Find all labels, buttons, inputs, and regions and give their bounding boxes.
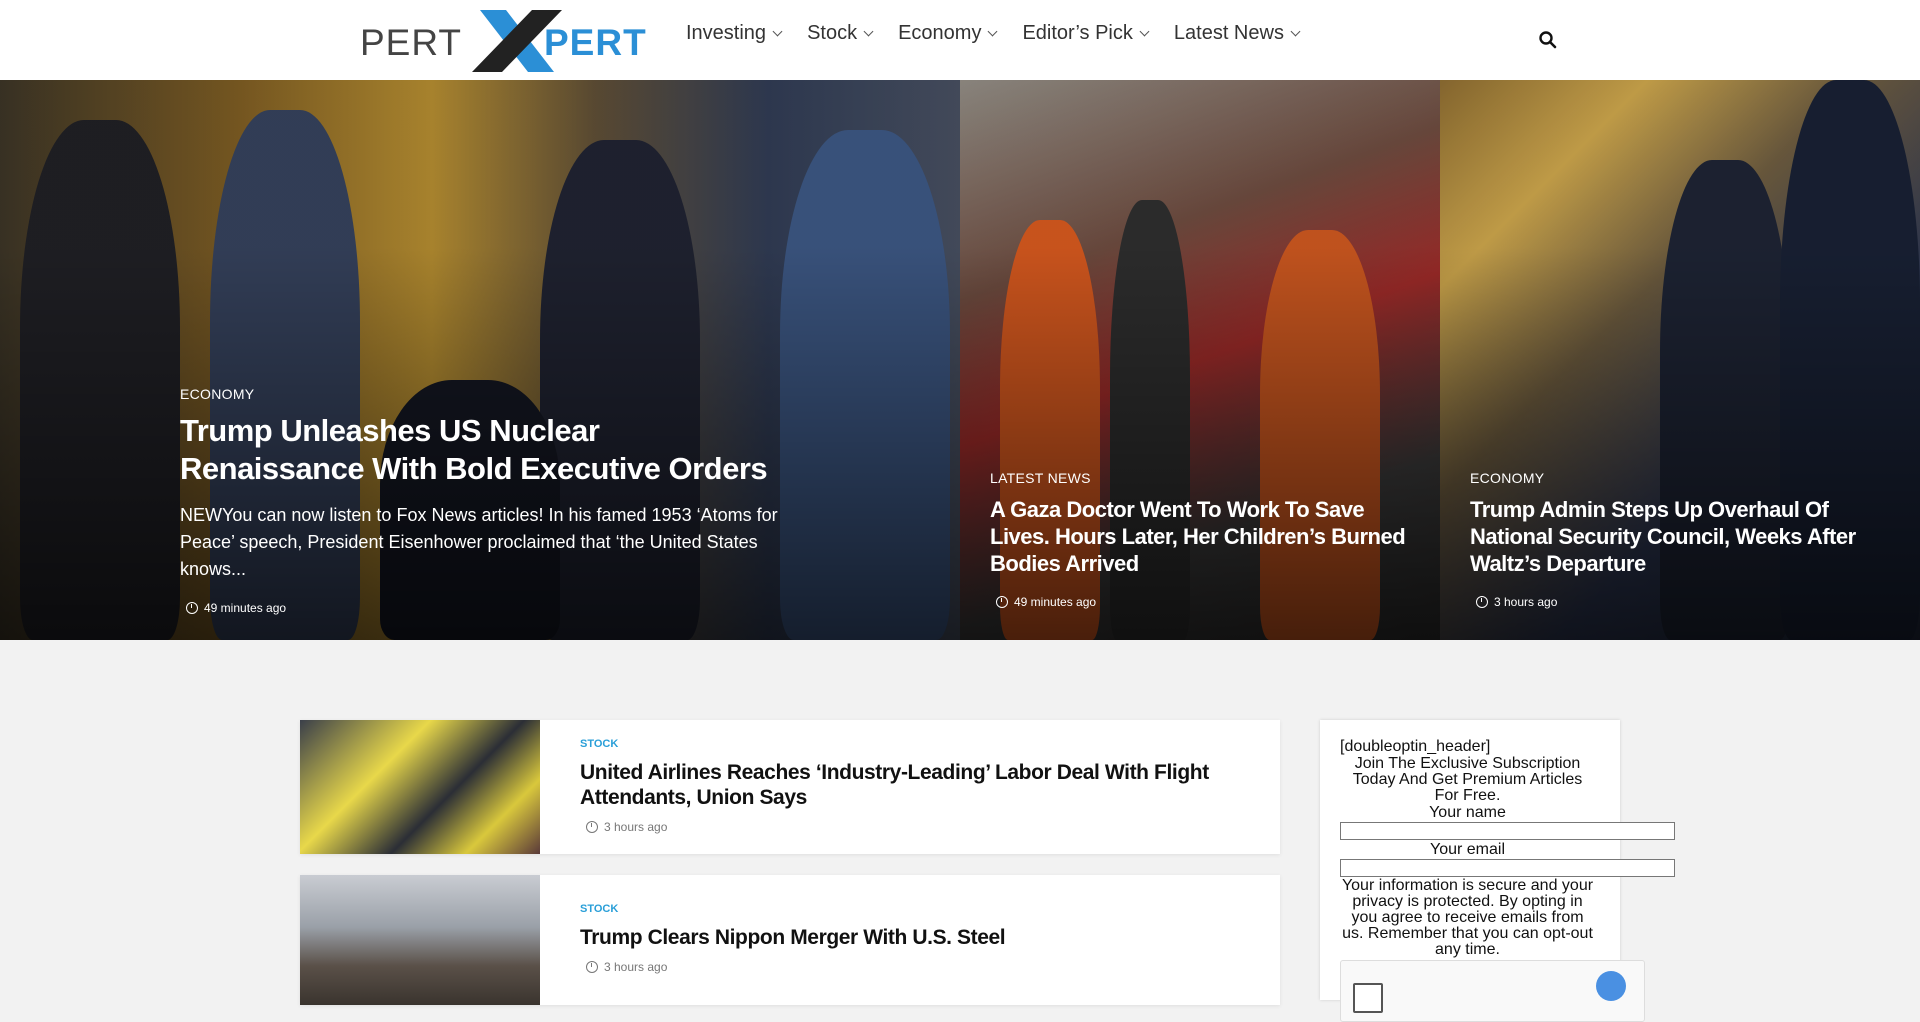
name-field[interactable]: [1340, 822, 1675, 840]
article-time: 3 hours ago: [1470, 595, 1890, 609]
email-label: Your email: [1429, 841, 1505, 858]
article-title[interactable]: United Airlines Reaches ‘Industry-Leadin…: [580, 760, 1240, 810]
article-title[interactable]: Trump Admin Steps Up Overhaul Of Nationa…: [1470, 496, 1890, 577]
category-label[interactable]: ECONOMY: [1470, 470, 1890, 486]
captcha-checkbox[interactable]: [1353, 983, 1383, 1013]
time-text: 3 hours ago: [604, 820, 668, 834]
article-thumbnail[interactable]: [300, 720, 540, 854]
site-logo[interactable]: PERT PERT: [360, 10, 660, 72]
article-time: 3 hours ago: [580, 820, 1240, 834]
time-text: 3 hours ago: [604, 960, 668, 974]
article-title[interactable]: A Gaza Doctor Went To Work To Save Lives…: [990, 496, 1410, 577]
recaptcha-widget[interactable]: [1340, 960, 1645, 1022]
nav-label: Editor’s Pick: [1022, 22, 1133, 44]
article-thumbnail[interactable]: [300, 875, 540, 1005]
logo-text-left: PERT: [360, 22, 463, 63]
article-title[interactable]: Trump Clears Nippon Merger With U.S. Ste…: [580, 925, 1240, 950]
hero-article-second[interactable]: LATEST NEWS A Gaza Doctor Went To Work T…: [960, 80, 1440, 640]
time-text: 49 minutes ago: [204, 601, 287, 615]
category-label[interactable]: STOCK: [580, 903, 1240, 915]
list-item[interactable]: STOCK Trump Clears Nippon Merger With U.…: [300, 875, 1280, 1005]
clock-icon: [996, 596, 1008, 608]
article-time: 49 minutes ago: [990, 595, 1410, 609]
hero-article-main[interactable]: ECONOMY Trump Unleashes US Nuclear Renai…: [0, 80, 960, 640]
nav-label: Latest News: [1173, 22, 1284, 44]
article-title[interactable]: Trump Unleashes US Nuclear Renaissance W…: [180, 412, 780, 488]
list-item-body: STOCK United Airlines Reaches ‘Industry-…: [580, 738, 1240, 834]
nav-economy[interactable]: Economy: [898, 22, 998, 45]
article-time: 49 minutes ago: [180, 601, 800, 615]
hero-second-text: LATEST NEWS A Gaza Doctor Went To Work T…: [990, 470, 1410, 609]
hero-slider: ECONOMY Trump Unleashes US Nuclear Renai…: [0, 80, 1920, 640]
chevron-down-icon: [988, 26, 998, 37]
widget-intro: Join The Exclusive Subscription Today An…: [1352, 755, 1583, 804]
hero-article-third[interactable]: ECONOMY Trump Admin Steps Up Overhaul Of…: [1440, 80, 1920, 640]
nav-investing[interactable]: Investing: [686, 22, 783, 45]
nav-latest-news[interactable]: Latest News: [1173, 22, 1301, 45]
recaptcha-icon: [1596, 971, 1626, 1001]
nav-stock[interactable]: Stock: [807, 22, 874, 45]
site-header: PERT PERT Investing Stock Economy Editor…: [0, 0, 1920, 80]
time-text: 3 hours ago: [1494, 595, 1558, 609]
list-item[interactable]: STOCK United Airlines Reaches ‘Industry-…: [300, 720, 1280, 854]
chevron-down-icon: [1139, 26, 1150, 37]
time-text: 49 minutes ago: [1014, 595, 1097, 609]
hero-third-text: ECONOMY Trump Admin Steps Up Overhaul Of…: [1470, 470, 1890, 609]
clock-icon: [1476, 596, 1488, 608]
nav-label: Economy: [898, 22, 982, 44]
clock-icon: [586, 821, 598, 833]
search-icon[interactable]: [1538, 30, 1558, 50]
category-label[interactable]: STOCK: [580, 738, 1240, 750]
chevron-down-icon: [863, 26, 874, 37]
article-excerpt: NEWYou can now listen to Fox News articl…: [180, 505, 778, 579]
category-label[interactable]: ECONOMY: [180, 386, 800, 402]
nav-editors-pick[interactable]: Editor’s Pick: [1022, 22, 1150, 45]
clock-icon: [186, 602, 198, 614]
clock-icon: [586, 961, 598, 973]
logo-text-right: PERT: [544, 22, 647, 63]
subscribe-widget: [doubleoptin_header] Join The Exclusive …: [1320, 720, 1675, 1022]
privacy-notice: Your information is secure and your priv…: [1341, 877, 1594, 958]
hero-main-text: ECONOMY Trump Unleashes US Nuclear Renai…: [180, 386, 800, 615]
article-time: 3 hours ago: [580, 960, 1240, 974]
list-item-body: STOCK Trump Clears Nippon Merger With U.…: [580, 903, 1240, 974]
email-field[interactable]: [1340, 859, 1675, 877]
category-label[interactable]: LATEST NEWS: [990, 470, 1410, 486]
widget-header: [doubleoptin_header]: [1340, 738, 1491, 755]
chevron-down-icon: [1290, 26, 1301, 37]
main-nav: Investing Stock Economy Editor’s Pick La…: [686, 22, 1301, 45]
nav-label: Investing: [686, 22, 767, 44]
chevron-down-icon: [772, 26, 783, 37]
name-label: Your name: [1429, 804, 1506, 821]
nav-label: Stock: [807, 22, 858, 44]
